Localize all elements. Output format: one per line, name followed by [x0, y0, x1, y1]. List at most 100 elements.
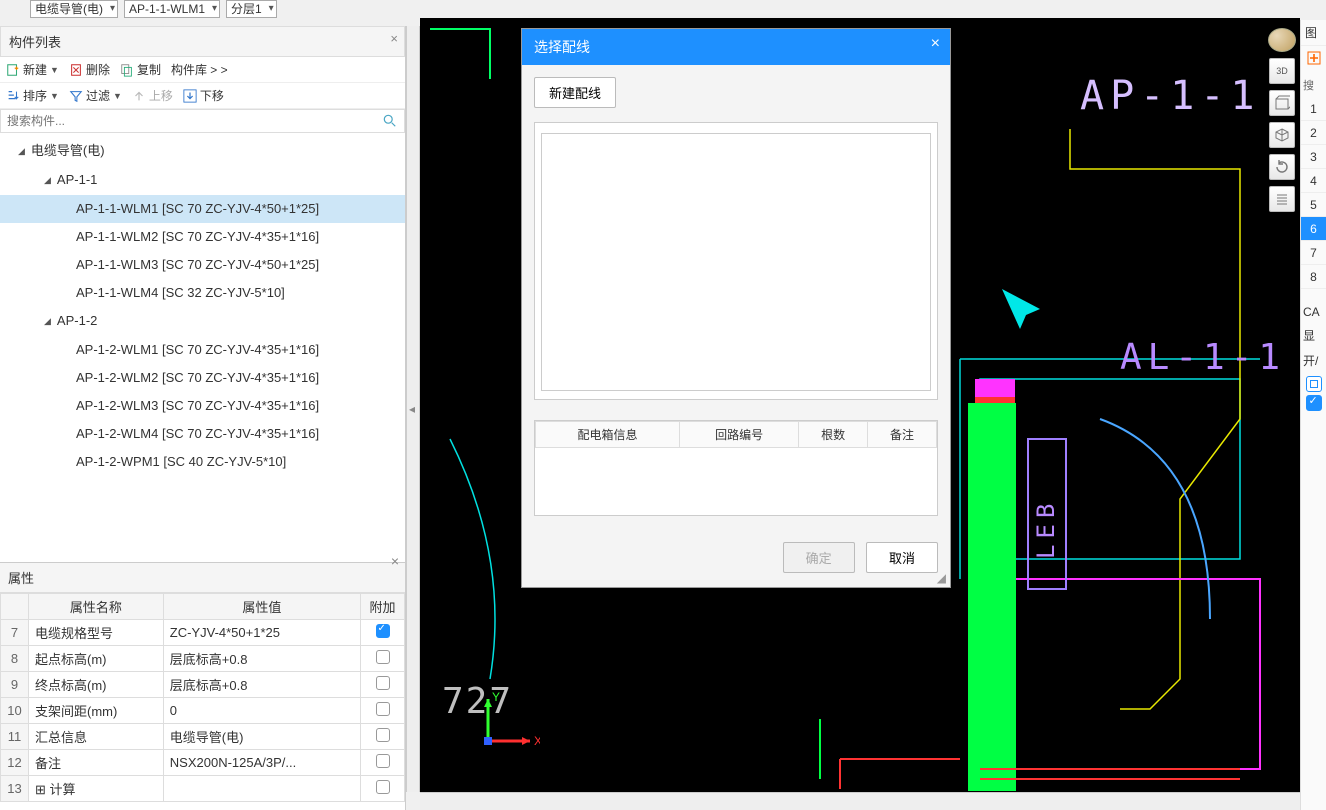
close-icon[interactable]: ×: [390, 31, 398, 46]
tree-item[interactable]: AP-1-2-WLM3 [SC 70 ZC-YJV-4*35+1*16]: [0, 392, 405, 420]
property-row[interactable]: 12备注NSX200N-125A/3P/...: [1, 750, 405, 776]
prop-name: 电缆规格型号: [29, 620, 164, 646]
properties-table[interactable]: 属性名称 属性值 附加 7电缆规格型号ZC-YJV-4*50+1*258起点标高…: [0, 593, 405, 802]
combo-component[interactable]: AP-1-1-WLM1: [124, 0, 220, 18]
component-library-button[interactable]: 构件库 > >: [171, 61, 228, 78]
prop-value[interactable]: 电缆导管(电): [163, 724, 360, 750]
toggle-checked[interactable]: [1306, 395, 1322, 411]
prop-attach[interactable]: [361, 646, 405, 672]
checkbox-icon[interactable]: [376, 728, 390, 742]
sort-icon: [6, 89, 20, 103]
modal-col: 备注: [868, 422, 937, 448]
view-3d-button[interactable]: 3D: [1269, 58, 1295, 84]
cancel-button[interactable]: 取消: [866, 542, 938, 573]
layers-button[interactable]: [1269, 186, 1295, 212]
layer-row-3[interactable]: 3: [1301, 145, 1326, 169]
col-value: 属性值: [163, 594, 360, 620]
prop-value[interactable]: 层底标高+0.8: [163, 672, 360, 698]
properties-title: × 属性: [0, 563, 405, 593]
copy-icon: [120, 63, 134, 77]
modal-col: 回路编号: [680, 422, 799, 448]
search-input[interactable]: [0, 109, 405, 133]
prop-attach[interactable]: [361, 724, 405, 750]
layer-row-1[interactable]: 1: [1301, 97, 1326, 121]
select-wiring-dialog: 选择配线 × 新建配线 配电箱信息回路编号根数备注 确定 取消 ◢: [521, 28, 951, 588]
combo-category[interactable]: 电缆导管(电): [30, 0, 118, 18]
component-tree[interactable]: 电缆导管(电)AP-1-1AP-1-1-WLM1 [SC 70 ZC-YJV-4…: [0, 133, 405, 503]
orbit-icon[interactable]: [1268, 28, 1296, 52]
prop-name: 起点标高(m): [29, 646, 164, 672]
combo-layer[interactable]: 分层1: [226, 0, 277, 18]
prop-attach[interactable]: [361, 750, 405, 776]
property-row[interactable]: 11汇总信息电缆导管(电): [1, 724, 405, 750]
tree-item[interactable]: AP-1-2-WPM1 [SC 40 ZC-YJV-5*10]: [0, 448, 405, 476]
rotate-button[interactable]: [1269, 154, 1295, 180]
new-wiring-button[interactable]: 新建配线: [534, 77, 616, 108]
toolbar-row-1: 新建▼ 删除 复制 构件库 > >: [0, 57, 405, 83]
property-row[interactable]: 9终点标高(m)层底标高+0.8: [1, 672, 405, 698]
move-down-button[interactable]: 下移: [183, 87, 224, 104]
prop-value[interactable]: ZC-YJV-4*50+1*25: [163, 620, 360, 646]
delete-button[interactable]: 删除: [69, 61, 110, 78]
tree-item[interactable]: 电缆导管(电): [0, 137, 405, 166]
new-button[interactable]: 新建▼: [6, 61, 59, 78]
tree-item[interactable]: AP-1-1-WLM1 [SC 70 ZC-YJV-4*50+1*25]: [0, 195, 405, 223]
canvas-horizontal-scrollbar[interactable]: [420, 792, 1300, 810]
dialog-titlebar[interactable]: 选择配线 ×: [522, 29, 950, 65]
checkbox-icon[interactable]: [376, 650, 390, 664]
property-row[interactable]: 7电缆规格型号ZC-YJV-4*50+1*25: [1, 620, 405, 646]
prop-name: 汇总信息: [29, 724, 164, 750]
tree-item[interactable]: AP-1-2-WLM1 [SC 70 ZC-YJV-4*35+1*16]: [0, 336, 405, 364]
tree-item[interactable]: AP-1-1-WLM3 [SC 70 ZC-YJV-4*50+1*25]: [0, 251, 405, 279]
checkbox-icon[interactable]: [376, 676, 390, 690]
wiring-info-table[interactable]: 配电箱信息回路编号根数备注: [534, 420, 938, 516]
modal-col: 根数: [799, 422, 868, 448]
tree-item[interactable]: AP-1-2-WLM2 [SC 70 ZC-YJV-4*35+1*16]: [0, 364, 405, 392]
tree-item[interactable]: AP-1-1-WLM4 [SC 32 ZC-YJV-5*10]: [0, 279, 405, 307]
prop-value[interactable]: NSX200N-125A/3P/...: [163, 750, 360, 776]
property-row[interactable]: 10支架间距(mm)0: [1, 698, 405, 724]
checkbox-icon[interactable]: [376, 702, 390, 716]
property-row[interactable]: 13⊞ 计算: [1, 776, 405, 802]
splitter[interactable]: ◂: [406, 26, 420, 792]
tree-item[interactable]: AP-1-2: [0, 307, 405, 336]
layer-row-5[interactable]: 5: [1301, 193, 1326, 217]
strip-search[interactable]: 搜: [1301, 73, 1326, 97]
dialog-close-icon[interactable]: ×: [931, 35, 940, 53]
prop-value[interactable]: [163, 776, 360, 802]
collapse-left-icon[interactable]: ◂: [409, 402, 415, 416]
close-icon[interactable]: ×: [391, 553, 399, 569]
prop-attach[interactable]: [361, 672, 405, 698]
tree-item[interactable]: AP-1-1-WLM2 [SC 70 ZC-YJV-4*35+1*16]: [0, 223, 405, 251]
checkbox-icon[interactable]: [376, 754, 390, 768]
prop-attach[interactable]: [361, 776, 405, 802]
view-front-button[interactable]: [1269, 90, 1295, 116]
wiring-list-box[interactable]: [534, 122, 938, 400]
toggle-outline[interactable]: [1306, 376, 1322, 392]
layer-row-6[interactable]: 6: [1301, 217, 1326, 241]
search-icon[interactable]: [383, 114, 397, 131]
copy-button[interactable]: 复制: [120, 61, 161, 78]
layer-row-7[interactable]: 7: [1301, 241, 1326, 265]
prop-attach[interactable]: [361, 698, 405, 724]
sort-button[interactable]: 排序▼: [6, 87, 59, 104]
layer-row-2[interactable]: 2: [1301, 121, 1326, 145]
view-toolbar: 3D: [1268, 28, 1296, 212]
tree-item[interactable]: AP-1-1: [0, 166, 405, 195]
checkbox-icon[interactable]: [376, 780, 390, 794]
prop-value[interactable]: 0: [163, 698, 360, 724]
resize-grip-icon[interactable]: ◢: [937, 571, 946, 585]
prop-value[interactable]: 层底标高+0.8: [163, 646, 360, 672]
delete-icon: [69, 63, 83, 77]
tree-item[interactable]: AP-1-2-WLM4 [SC 70 ZC-YJV-4*35+1*16]: [0, 420, 405, 448]
property-row[interactable]: 8起点标高(m)层底标高+0.8: [1, 646, 405, 672]
layer-row-8[interactable]: 8: [1301, 265, 1326, 289]
filter-button[interactable]: 过滤▼: [69, 87, 122, 104]
checkbox-icon[interactable]: [376, 624, 390, 638]
view-iso-button[interactable]: [1269, 122, 1295, 148]
caret-down-icon: ▼: [113, 91, 122, 101]
orange-plus-icon[interactable]: [1301, 46, 1326, 73]
arrow-down-icon: [183, 89, 197, 103]
layer-row-4[interactable]: 4: [1301, 169, 1326, 193]
prop-attach[interactable]: [361, 620, 405, 646]
